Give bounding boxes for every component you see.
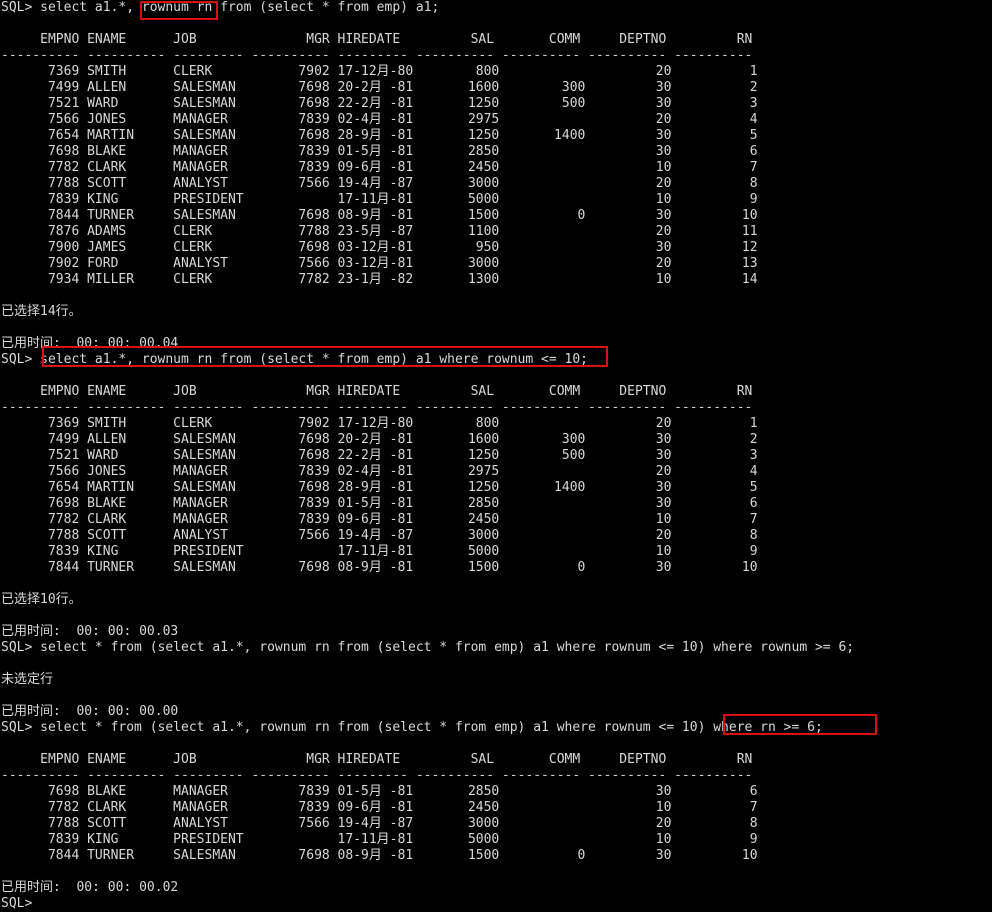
- table-row: 7369 SMITH CLERK 7902 17-12月-80 800 20 1: [1, 416, 758, 431]
- table-separator-1: ---------- ---------- --------- --------…: [1, 48, 753, 63]
- table-header-2: EMPNO ENAME JOB MGR HIREDATE SAL COMM DE…: [1, 384, 753, 399]
- elapsed-time-3: 已用时间: 00: 00: 00.00: [1, 704, 179, 719]
- table-row: 7839 KING PRESIDENT 17-11月-81 5000 10 9: [1, 544, 758, 559]
- terminal-content: SQL> select a1.*, rownum rn from (select…: [0, 0, 992, 912]
- table-row: 7788 SCOTT ANALYST 7566 19-4月 -87 3000 2…: [1, 816, 758, 831]
- table-row: 7654 MARTIN SALESMAN 7698 28-9月 -81 1250…: [1, 480, 758, 495]
- table-row: 7788 SCOTT ANALYST 7566 19-4月 -87 3000 2…: [1, 176, 758, 191]
- terminal-window[interactable]: SQL> select a1.*, rownum rn from (select…: [0, 0, 992, 911]
- table-row: 7698 BLAKE MANAGER 7839 01-5月 -81 2850 3…: [1, 496, 758, 511]
- sql-command-line-1[interactable]: SQL> select a1.*, rownum rn from (select…: [0, 0, 992, 16]
- table-row: 7876 ADAMS CLERK 7788 23-5月 -87 1100 20 …: [1, 224, 758, 239]
- sql-command-line-2[interactable]: SQL> select a1.*, rownum rn from (select…: [0, 352, 992, 368]
- table-row: 7934 MILLER CLERK 7782 23-1月 -82 1300 10…: [1, 272, 758, 287]
- table-row: 7654 MARTIN SALESMAN 7698 28-9月 -81 1250…: [1, 128, 758, 143]
- table-separator-2: ---------- ---------- --------- --------…: [1, 400, 753, 415]
- table-row: 7566 JONES MANAGER 7839 02-4月 -81 2975 2…: [1, 112, 758, 127]
- sql-command-line-3[interactable]: SQL> select * from (select a1.*, rownum …: [0, 640, 992, 656]
- table-row: 7782 CLARK MANAGER 7839 09-6月 -81 2450 1…: [1, 512, 758, 527]
- sql-command-line-4[interactable]: SQL> select * from (select a1.*, rownum …: [0, 720, 992, 736]
- table-row: 7902 FORD ANALYST 7566 03-12月-81 3000 20…: [1, 256, 758, 271]
- table-row: 7782 CLARK MANAGER 7839 09-6月 -81 2450 1…: [1, 800, 758, 815]
- table-header-4: EMPNO ENAME JOB MGR HIREDATE SAL COMM DE…: [1, 752, 753, 767]
- table-row: 7698 BLAKE MANAGER 7839 01-5月 -81 2850 3…: [1, 144, 758, 159]
- table-row: 7844 TURNER SALESMAN 7698 08-9月 -81 1500…: [1, 848, 758, 863]
- table-separator-4: ---------- ---------- --------- --------…: [1, 768, 753, 783]
- table-row: 7521 WARD SALESMAN 7698 22-2月 -81 1250 5…: [1, 448, 758, 463]
- elapsed-time-4: 已用时间: 00: 00: 00.02: [1, 880, 179, 895]
- table-row: 7839 KING PRESIDENT 17-11月-81 5000 10 9: [1, 832, 758, 847]
- table-row: 7566 JONES MANAGER 7839 02-4月 -81 2975 2…: [1, 464, 758, 479]
- table-row: 7900 JAMES CLERK 7698 03-12月-81 950 30 1…: [1, 240, 758, 255]
- row-count-message-2: 已选择10行。: [1, 592, 82, 607]
- row-count-message-1: 已选择14行。: [1, 304, 82, 319]
- table-row: 7521 WARD SALESMAN 7698 22-2月 -81 1250 5…: [1, 96, 758, 111]
- table-row: 7782 CLARK MANAGER 7839 09-6月 -81 2450 1…: [1, 160, 758, 175]
- elapsed-time-1: 已用时间: 00: 00: 00.04: [1, 336, 179, 351]
- row-count-message-3: 未选定行: [1, 672, 54, 687]
- table-row: 7698 BLAKE MANAGER 7839 01-5月 -81 2850 3…: [1, 784, 758, 799]
- table-row: 7844 TURNER SALESMAN 7698 08-9月 -81 1500…: [1, 560, 758, 575]
- table-row: 7499 ALLEN SALESMAN 7698 20-2月 -81 1600 …: [1, 432, 758, 447]
- elapsed-time-2: 已用时间: 00: 00: 00.03: [1, 624, 179, 639]
- table-row: 7499 ALLEN SALESMAN 7698 20-2月 -81 1600 …: [1, 80, 758, 95]
- table-row: 7369 SMITH CLERK 7902 17-12月-80 800 20 1: [1, 64, 758, 79]
- table-row: 7844 TURNER SALESMAN 7698 08-9月 -81 1500…: [1, 208, 758, 223]
- table-header-1: EMPNO ENAME JOB MGR HIREDATE SAL COMM DE…: [1, 32, 753, 47]
- final-prompt[interactable]: SQL>: [0, 896, 992, 912]
- table-row: 7839 KING PRESIDENT 17-11月-81 5000 10 9: [1, 192, 758, 207]
- table-row: 7788 SCOTT ANALYST 7566 19-4月 -87 3000 2…: [1, 528, 758, 543]
